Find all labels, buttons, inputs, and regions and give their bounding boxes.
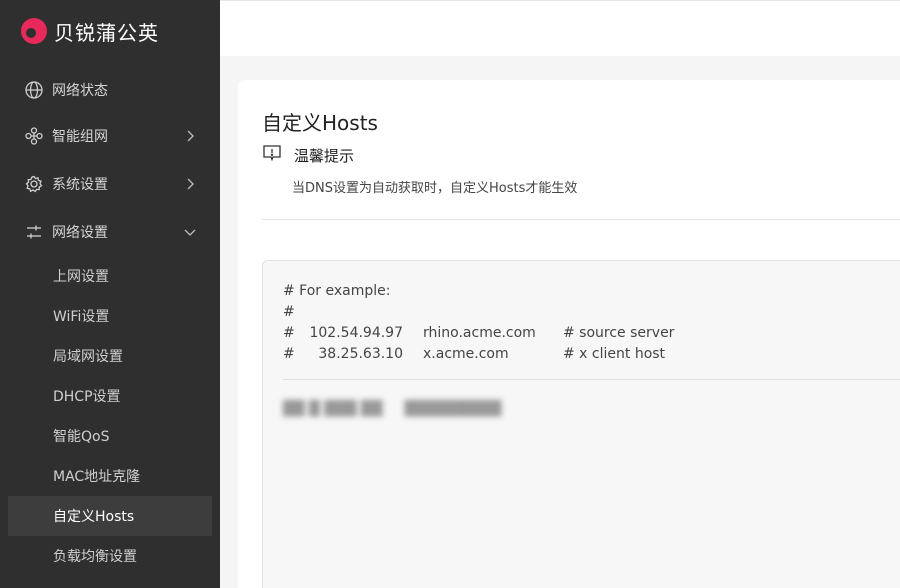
example-blank-text: # (283, 304, 295, 320)
menu-item-smart-networking[interactable]: 智能组网 (0, 116, 220, 156)
submenu-item-load-balancing[interactable]: 负载均衡设置 (8, 536, 212, 576)
menu-item-system-settings[interactable]: 系统设置 (0, 164, 220, 204)
menu-item-label: 系统设置 (52, 177, 108, 193)
example-ip: 38.25.63.10 (318, 346, 403, 362)
example-blank-line: # (283, 304, 295, 324)
submenu-item-lan-settings[interactable]: 局域网设置 (8, 336, 212, 376)
submenu-item-label: 智能QoS (53, 429, 110, 445)
globe-icon (24, 80, 44, 100)
example-line: # 38.25.63.10 x.acme.com # x client host (283, 346, 665, 366)
example-line: # 102.54.94.97 rhino.acme.com # source s… (283, 325, 674, 345)
tip-text: 当DNS设置为自动获取时，自定义Hosts才能生效 (292, 181, 578, 196)
example-hash: # (283, 325, 295, 341)
info-message-icon (262, 144, 282, 166)
gear-icon (24, 174, 44, 194)
sliders-icon (24, 222, 44, 242)
brand-logo-icon (20, 17, 48, 45)
menu-item-label: 网络状态 (52, 83, 108, 99)
network-nodes-icon (24, 126, 44, 146)
example-host: rhino.acme.com (423, 325, 536, 341)
example-comment: # x client host (563, 346, 666, 362)
redacted-host-entry: ██ █ ███ ██ █████████ (283, 401, 502, 417)
example-comment: # source server (563, 325, 675, 341)
submenu-item-label: MAC地址克隆 (53, 469, 141, 485)
submenu-item-label: 局域网设置 (53, 349, 123, 365)
example-header-line: # For example: (283, 283, 390, 303)
submenu-item-dhcp-settings[interactable]: DHCP设置 (8, 376, 212, 416)
sidebar: 贝锐蒲公英 网络状态 智能组网 系统设置 网络设置 上网设置 WiFi设置 局域… (0, 0, 220, 588)
menu-item-label: 网络设置 (52, 225, 108, 241)
submenu-item-label: 上网设置 (53, 269, 109, 285)
example-host: x.acme.com (423, 346, 509, 362)
top-bar (220, 0, 900, 56)
example-hash: # (283, 346, 295, 362)
menu-item-network-settings[interactable]: 网络设置 (0, 212, 220, 252)
submenu-item-label: 自定义Hosts (53, 509, 135, 525)
page-title: 自定义Hosts (262, 111, 378, 135)
tip-header: 温馨提示 (262, 144, 354, 166)
hosts-editor[interactable]: # For example: # # 102.54.94.97 rhino.ac… (262, 260, 900, 588)
submenu-item-custom-hosts[interactable]: 自定义Hosts (8, 496, 212, 536)
editor-divider (283, 379, 900, 380)
brand[interactable]: 贝锐蒲公英 (20, 16, 159, 46)
tip-title: 温馨提示 (294, 146, 355, 165)
submenu-item-smart-qos[interactable]: 智能QoS (8, 416, 212, 456)
chevron-right-icon (182, 176, 198, 192)
example-header-text: # For example: (283, 283, 391, 299)
submenu-item-label: WiFi设置 (53, 309, 110, 325)
submenu-item-label: 负载均衡设置 (53, 549, 137, 565)
chevron-right-icon (182, 128, 198, 144)
brand-name: 贝锐蒲公英 (54, 20, 159, 45)
submenu-item-wifi-settings[interactable]: WiFi设置 (8, 296, 212, 336)
main-card: 自定义Hosts 温馨提示 当DNS设置为自动获取时，自定义Hosts才能生效 … (238, 80, 900, 588)
section-divider (262, 219, 900, 220)
chevron-down-icon (182, 224, 198, 240)
submenu-item-internet-settings[interactable]: 上网设置 (8, 256, 212, 296)
menu-item-network-status[interactable]: 网络状态 (0, 70, 220, 110)
example-ip: 102.54.94.97 (309, 325, 403, 341)
submenu-item-mac-clone[interactable]: MAC地址克隆 (8, 456, 212, 496)
submenu-item-label: DHCP设置 (53, 389, 121, 405)
menu-item-label: 智能组网 (52, 129, 108, 145)
